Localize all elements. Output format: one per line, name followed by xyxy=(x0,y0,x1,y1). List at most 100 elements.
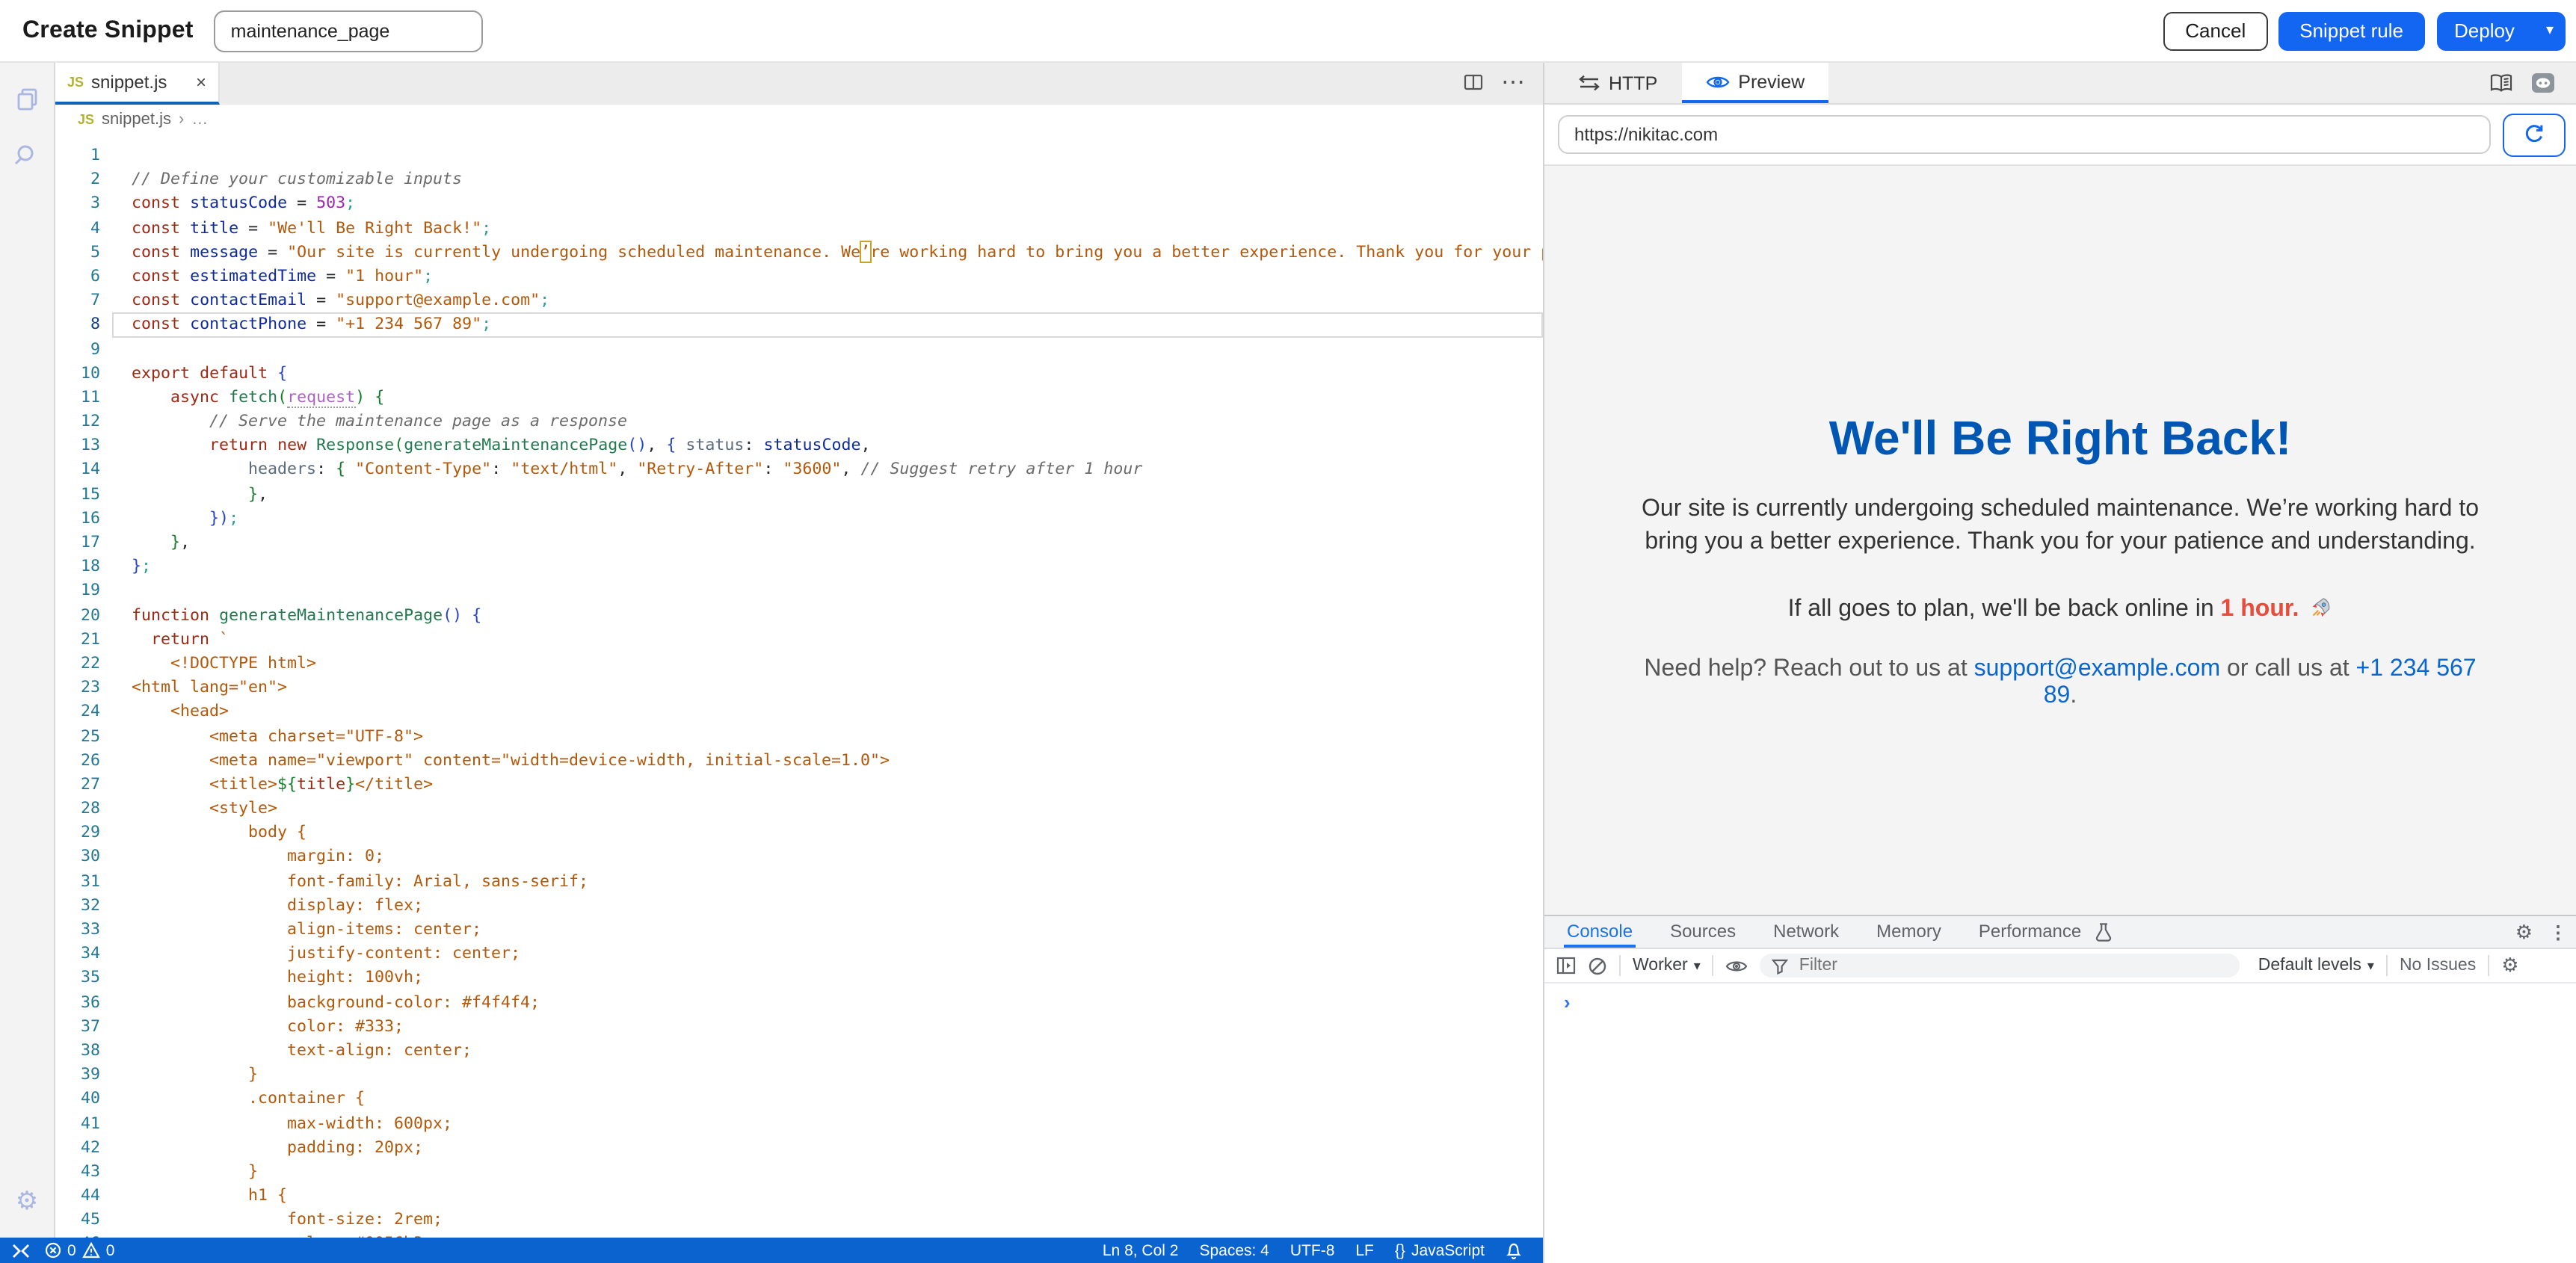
snippet-rule-button[interactable]: Snippet rule xyxy=(2278,11,2424,50)
code-line[interactable]: 33 align-items: center; xyxy=(55,918,1543,942)
devtools-tab-network[interactable]: Network xyxy=(1770,916,1842,948)
code-line[interactable]: 44 h1 { xyxy=(55,1184,1543,1208)
line-number[interactable]: 33 xyxy=(55,918,112,942)
cancel-button[interactable]: Cancel xyxy=(2163,11,2268,50)
code-line[interactable]: 39 } xyxy=(55,1063,1543,1087)
console-output[interactable]: › xyxy=(1544,983,2576,1263)
line-number[interactable]: 9 xyxy=(55,337,112,361)
indentation-setting[interactable]: Spaces: 4 xyxy=(1199,1241,1269,1259)
code-line[interactable]: 45 font-size: 2rem; xyxy=(55,1208,1543,1232)
line-number[interactable]: 31 xyxy=(55,869,112,893)
remote-indicator[interactable] xyxy=(12,1243,30,1258)
line-number[interactable]: 24 xyxy=(55,700,112,724)
line-number[interactable]: 18 xyxy=(55,555,112,578)
code-line[interactable]: 40 .container { xyxy=(55,1087,1543,1111)
tab-snippet-js[interactable]: JS snippet.js × xyxy=(55,63,220,105)
line-number[interactable]: 21 xyxy=(55,628,112,652)
line-number[interactable]: 3 xyxy=(55,192,112,216)
code-line[interactable]: 5const message = "Our site is currently … xyxy=(55,241,1543,265)
console-prompt-chevron[interactable]: › xyxy=(1564,994,2576,1012)
code-line[interactable]: 10export default { xyxy=(55,361,1543,385)
code-line[interactable]: 24 <head> xyxy=(55,700,1543,724)
code-line[interactable]: 46 color: #0056b3; xyxy=(55,1232,1543,1238)
line-number[interactable]: 38 xyxy=(55,1039,112,1063)
line-number[interactable]: 40 xyxy=(55,1087,112,1111)
deploy-dropdown-button[interactable]: ▾ xyxy=(2534,22,2566,39)
code-line[interactable]: 14 headers: { "Content-Type": "text/html… xyxy=(55,458,1543,482)
split-editor-icon[interactable] xyxy=(1464,73,1483,91)
code-line[interactable]: 43 } xyxy=(55,1160,1543,1184)
code-line[interactable]: 19 xyxy=(55,579,1543,603)
code-line[interactable]: 41 max-width: 600px; xyxy=(55,1111,1543,1135)
code-line[interactable]: 27 <title>${title}</title> xyxy=(55,773,1543,797)
tab-http[interactable]: HTTP xyxy=(1555,63,1681,103)
notifications-bell-icon[interactable] xyxy=(1506,1241,1522,1259)
line-number[interactable]: 46 xyxy=(55,1232,112,1238)
more-actions-icon[interactable]: ⋯ xyxy=(1501,67,1525,97)
code-line[interactable]: 22 <!DOCTYPE html> xyxy=(55,652,1543,676)
clear-console-icon[interactable] xyxy=(1588,956,1607,975)
tab-preview[interactable]: Preview xyxy=(1681,63,1828,103)
settings-gear-icon[interactable]: ⚙ xyxy=(16,1187,39,1217)
log-levels-selector[interactable]: Default levels ▾ xyxy=(2258,957,2374,975)
files-icon[interactable] xyxy=(9,81,45,117)
devtools-tab-performance[interactable]: Performance xyxy=(1976,916,2084,948)
line-number[interactable]: 20 xyxy=(55,603,112,627)
code-line[interactable]: 9 xyxy=(55,337,1543,361)
code-line[interactable]: 15 }, xyxy=(55,482,1543,506)
code-line[interactable]: 3const statusCode = 503; xyxy=(55,192,1543,216)
code-line[interactable]: 1 xyxy=(55,143,1543,167)
line-number[interactable]: 2 xyxy=(55,167,112,191)
line-number[interactable]: 27 xyxy=(55,773,112,797)
line-number[interactable]: 28 xyxy=(55,797,112,821)
devtools-kebab-menu-icon[interactable]: ⋮ xyxy=(2549,921,2567,942)
line-number[interactable]: 36 xyxy=(55,990,112,1014)
code-line[interactable]: 34 justify-content: center; xyxy=(55,942,1543,966)
search-icon[interactable] xyxy=(9,138,45,173)
line-number[interactable]: 37 xyxy=(55,1015,112,1039)
devtools-tab-sources[interactable]: Sources xyxy=(1667,916,1739,948)
console-sidebar-toggle-icon[interactable] xyxy=(1556,957,1576,975)
code-line[interactable]: 36 background-color: #f4f4f4; xyxy=(55,990,1543,1014)
line-number[interactable]: 5 xyxy=(55,241,112,265)
line-number[interactable]: 23 xyxy=(55,676,112,700)
line-number[interactable]: 6 xyxy=(55,265,112,288)
line-number[interactable]: 43 xyxy=(55,1160,112,1184)
url-input[interactable] xyxy=(1558,115,2491,154)
line-number[interactable]: 12 xyxy=(55,410,112,433)
line-number[interactable]: 16 xyxy=(55,507,112,531)
line-number[interactable]: 7 xyxy=(55,288,112,312)
line-number[interactable]: 14 xyxy=(55,458,112,482)
code-line[interactable]: 11 async fetch(request) { xyxy=(55,386,1543,410)
code-line[interactable]: 42 padding: 20px; xyxy=(55,1135,1543,1159)
line-number[interactable]: 19 xyxy=(55,579,112,603)
encoding-setting[interactable]: UTF-8 xyxy=(1290,1241,1335,1259)
code-line[interactable]: 30 margin: 0; xyxy=(55,845,1543,869)
code-line[interactable]: 4const title = "We'll Be Right Back!"; xyxy=(55,216,1543,240)
line-number[interactable]: 30 xyxy=(55,845,112,869)
discord-icon[interactable] xyxy=(2531,71,2555,95)
deploy-button[interactable]: Deploy xyxy=(2436,19,2533,42)
cursor-position[interactable]: Ln 8, Col 2 xyxy=(1103,1241,1179,1259)
line-number[interactable]: 11 xyxy=(55,386,112,410)
code-line[interactable]: 12 // Serve the maintenance page as a re… xyxy=(55,410,1543,433)
email-link[interactable]: support@example.com xyxy=(1974,655,2221,681)
line-number[interactable]: 26 xyxy=(55,748,112,772)
line-number[interactable]: 1 xyxy=(55,143,112,167)
console-settings-gear-icon[interactable]: ⚙ xyxy=(2501,954,2518,978)
code-line[interactable]: 35 height: 100vh; xyxy=(55,966,1543,990)
devtools-tab-memory[interactable]: Memory xyxy=(1873,916,1944,948)
docs-book-icon[interactable] xyxy=(2489,73,2513,93)
problems-indicator[interactable]: 0 0 xyxy=(45,1241,114,1259)
devtools-tab-console[interactable]: Console xyxy=(1564,916,1636,948)
reload-button[interactable] xyxy=(2503,113,2566,156)
code-line[interactable]: 6const estimatedTime = "1 hour"; xyxy=(55,265,1543,288)
code-line[interactable]: 21 return ` xyxy=(55,628,1543,652)
code-line[interactable]: 32 display: flex; xyxy=(55,894,1543,918)
code-line[interactable]: 7const contactEmail = "support@example.c… xyxy=(55,288,1543,312)
line-number[interactable]: 15 xyxy=(55,482,112,506)
line-number[interactable]: 13 xyxy=(55,434,112,458)
flask-icon[interactable] xyxy=(2095,916,2113,948)
code-line[interactable]: 16 }); xyxy=(55,507,1543,531)
code-line[interactable]: 23<html lang="en"> xyxy=(55,676,1543,700)
